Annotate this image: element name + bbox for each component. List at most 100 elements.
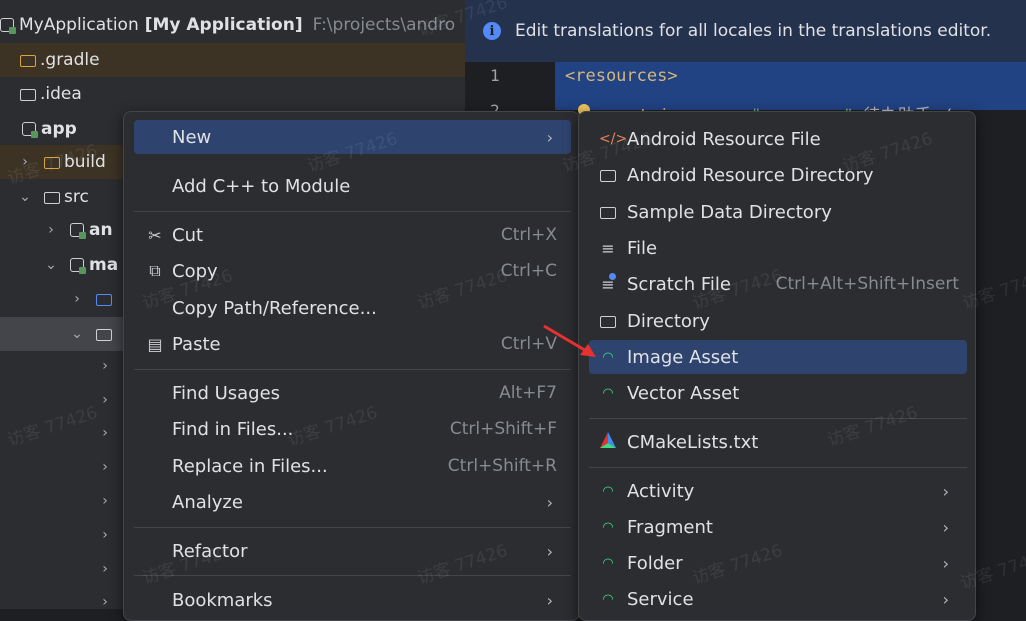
chevron-down-icon[interactable]: ⌄ [18, 189, 32, 205]
tree-item-child[interactable]: › [0, 552, 112, 586]
menu-item-paste[interactable]: ▤ Paste Ctrl+V [134, 327, 571, 361]
paste-icon: ▤ [147, 334, 163, 354]
menu-item-new[interactable]: New › [134, 120, 571, 154]
menu-item-analyze[interactable]: Analyze › [134, 485, 571, 519]
tree-item-res[interactable]: ⌄ [0, 317, 123, 351]
menu-item-add-cpp[interactable]: Add C++ to Module [134, 169, 571, 203]
tree-item-child[interactable]: › [0, 383, 112, 417]
android-icon: ◠ [602, 591, 614, 607]
folder-icon [44, 157, 60, 169]
menu-item-refactor[interactable]: Refactor › [134, 534, 571, 568]
chevron-right-icon[interactable]: › [98, 527, 112, 543]
tree-item-androidTest[interactable]: › an [0, 213, 112, 247]
tree-item-label: .idea [40, 84, 82, 104]
chevron-right-icon[interactable]: › [98, 561, 112, 577]
menu-item-find-usages[interactable]: Find Usages Alt+F7 [134, 376, 571, 410]
menu-item-replace-in-files[interactable]: Replace in Files... Ctrl+Shift+R [134, 449, 571, 483]
menu-item-label: CMakeLists.txt [627, 431, 759, 453]
chevron-right-icon[interactable]: › [98, 425, 112, 441]
chevron-down-icon[interactable]: ⌄ [70, 326, 84, 342]
tree-item-child[interactable]: › [0, 416, 112, 450]
menu-separator [589, 418, 967, 419]
menu-item-copy[interactable]: ⧉ Copy Ctrl+C [134, 254, 571, 288]
chevron-right-icon: › [546, 127, 553, 147]
menu-item-label: Activity [627, 480, 695, 502]
menu-item-label: Copy [172, 260, 218, 282]
tree-item-build[interactable]: › build [0, 145, 123, 179]
tree-item-src[interactable]: ⌄ src [0, 180, 89, 214]
root-name: MyApplication [19, 15, 139, 35]
chevron-right-icon: › [546, 492, 553, 512]
folder-icon [96, 294, 112, 306]
scratch-file-icon: ≡ [601, 272, 616, 294]
chevron-right-icon: › [942, 481, 949, 501]
tree-item-label: app [41, 119, 77, 139]
translations-banner[interactable]: i Edit translations for all locales in t… [465, 0, 1026, 62]
menu-item-shortcut: Alt+F7 [499, 383, 557, 403]
submenu-item-directory[interactable]: Directory [589, 304, 967, 338]
submenu-item-folder[interactable]: ◠ Folder › [589, 546, 967, 580]
xml-icon: </> [599, 131, 628, 147]
chevron-right-icon: › [942, 589, 949, 609]
android-icon: ◠ [602, 555, 614, 571]
menu-separator [134, 527, 571, 528]
menu-item-cut[interactable]: ✂ Cut Ctrl+X [134, 218, 571, 252]
chevron-right-icon[interactable]: › [98, 594, 112, 610]
module-icon [22, 122, 38, 138]
chevron-right-icon[interactable]: › [98, 493, 112, 509]
submenu-item-fragment[interactable]: ◠ Fragment › [589, 510, 967, 544]
folder-icon [20, 89, 36, 101]
chevron-right-icon[interactable]: › [98, 358, 112, 374]
submenu-item-android-resource-file[interactable]: </> Android Resource File [589, 122, 967, 156]
submenu-item-cmakelists[interactable]: CMakeLists.txt [589, 425, 967, 459]
tree-root[interactable]: MyApplication [My Application] F:\projec… [0, 8, 455, 42]
menu-separator [134, 369, 571, 370]
submenu-item-android-resource-directory[interactable]: Android Resource Directory [589, 158, 967, 192]
chevron-right-icon[interactable]: › [44, 222, 58, 238]
menu-item-shortcut: Ctrl+X [500, 225, 557, 245]
new-submenu: </> Android Resource File Android Resour… [578, 111, 976, 621]
code-line-1[interactable]: <resources> [565, 66, 678, 86]
tree-item-label: ma [89, 255, 119, 275]
menu-item-label: Vector Asset [627, 382, 740, 404]
submenu-item-vector-asset[interactable]: ◠ Vector Asset [589, 376, 967, 410]
menu-item-label: Refactor [172, 540, 248, 562]
submenu-item-scratch-file[interactable]: ≡ Scratch File Ctrl+Alt+Shift+Insert [589, 267, 967, 301]
tree-item-child[interactable]: › [0, 518, 112, 552]
menu-item-label: Analyze [172, 491, 243, 513]
chevron-down-icon[interactable]: ⌄ [44, 257, 58, 273]
submenu-item-image-asset[interactable]: ◠ Image Asset [589, 340, 967, 374]
tree-item-label: build [64, 152, 106, 172]
tree-item-label: src [64, 187, 89, 207]
tree-item-child[interactable]: › [0, 450, 112, 484]
tree-item-java[interactable]: › [0, 282, 116, 316]
menu-item-find-in-files[interactable]: Find in Files... Ctrl+Shift+F [134, 412, 571, 446]
module-icon [70, 223, 86, 239]
tree-item-main[interactable]: ⌄ ma [0, 248, 118, 282]
tree-item-gradle[interactable]: .gradle [0, 43, 465, 77]
chevron-right-icon[interactable]: › [70, 291, 84, 307]
submenu-item-file[interactable]: ≡ File [589, 231, 967, 265]
menu-item-label: Directory [627, 310, 710, 332]
menu-item-label: Sample Data Directory [627, 201, 832, 223]
context-menu: New › Add C++ to Module ✂ Cut Ctrl+X ⧉ C… [123, 111, 580, 621]
chevron-right-icon[interactable]: › [98, 459, 112, 475]
menu-item-bookmarks[interactable]: Bookmarks › [134, 583, 571, 617]
file-icon: ≡ [601, 238, 615, 258]
menu-item-copy-path[interactable]: Copy Path/Reference... [134, 291, 571, 325]
menu-item-label: Image Asset [627, 346, 739, 368]
tree-item-child[interactable]: › [0, 349, 112, 383]
root-path: F:\projects\andro [312, 15, 456, 35]
android-icon: ◠ [602, 349, 614, 365]
submenu-item-service[interactable]: ◠ Service › [589, 582, 967, 616]
submenu-item-sample-data-directory[interactable]: Sample Data Directory [589, 195, 967, 229]
submenu-item-activity[interactable]: ◠ Activity › [589, 474, 967, 508]
line-number: 1 [490, 66, 500, 85]
chevron-right-icon[interactable]: › [98, 392, 112, 408]
tree-item-child[interactable]: › [0, 585, 112, 619]
chevron-right-icon[interactable]: › [18, 154, 32, 170]
menu-item-label: Scratch File [627, 273, 731, 295]
tree-item-idea[interactable]: .idea [0, 77, 82, 111]
tree-item-child[interactable]: › [0, 484, 112, 518]
tree-item-app[interactable]: app [0, 112, 77, 146]
